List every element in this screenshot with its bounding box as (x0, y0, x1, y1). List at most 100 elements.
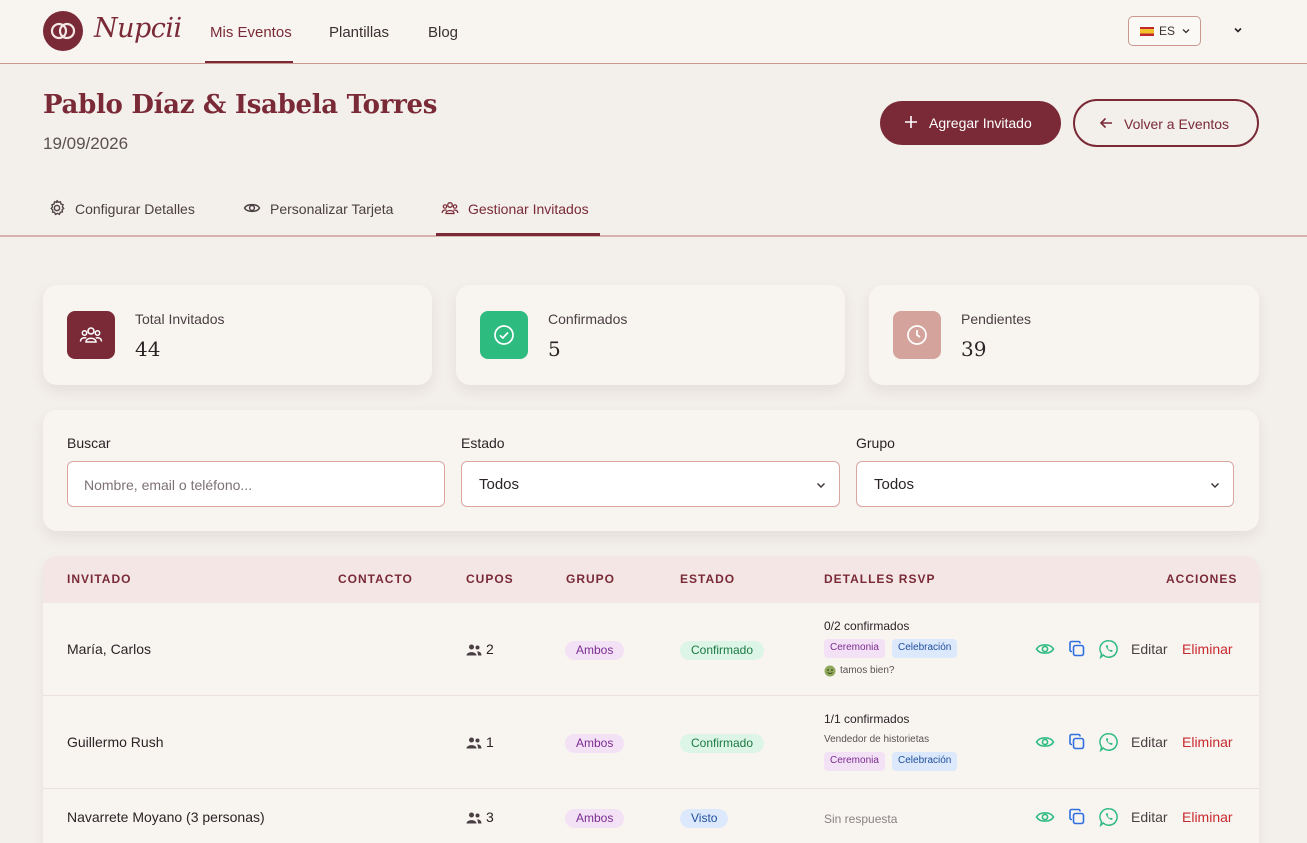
guest-cupos: 2 (466, 641, 506, 659)
eye-icon (243, 203, 261, 213)
event-title: Pablo Díaz & Isabela Torres (43, 90, 438, 120)
emoji-icon (824, 665, 836, 677)
language-selector[interactable]: ES (1128, 16, 1201, 46)
tab-label: Gestionar Invitados (468, 201, 589, 217)
users-icon (466, 812, 482, 824)
search-input[interactable]: Nombre, email o teléfono... (67, 461, 445, 507)
table-row: Guillermo Rush 1 Ambos Confirmado 1/1 co… (43, 696, 1259, 789)
add-guest-label: Agregar Invitado (929, 115, 1032, 131)
eye-icon[interactable] (1035, 640, 1055, 658)
nav-active-indicator (205, 61, 293, 63)
cupos-count: 1 (486, 734, 494, 750)
back-to-events-label: Volver a Eventos (1124, 116, 1230, 132)
stat-label: Pendientes (961, 311, 1032, 327)
nav-mis-eventos[interactable]: Mis Eventos (210, 24, 292, 41)
guest-cupos: 1 (466, 734, 506, 752)
group-badge: Ambos (565, 641, 625, 660)
brand-logo-text[interactable]: Nupcii (94, 13, 182, 44)
state-select[interactable]: Todos (461, 461, 840, 507)
edit-button[interactable]: Editar (1131, 734, 1168, 750)
status-badge: Visto (680, 809, 729, 828)
table-row: Navarrete Moyano (3 personas) 3 Ambos Vi… (43, 789, 1259, 843)
add-guest-button[interactable]: Agregar Invitado (880, 101, 1061, 145)
copy-icon[interactable] (1068, 733, 1086, 751)
delete-button[interactable]: Eliminar (1182, 809, 1233, 825)
delete-button[interactable]: Eliminar (1182, 641, 1233, 657)
group-select-value: Todos (874, 476, 915, 493)
stat-card-total: Total Invitados 44 (43, 285, 432, 385)
column-header-cupos: CUPOS (466, 572, 514, 586)
rsvp-note: tamos bien? (840, 665, 895, 676)
rsvp-no-response: Sin respuesta (824, 812, 898, 826)
group-select[interactable]: Todos (856, 461, 1234, 507)
column-header-acciones: ACCIONES (1166, 572, 1238, 586)
tab-personalizar-tarjeta[interactable]: Personalizar Tarjeta (243, 199, 408, 219)
arrow-left-icon (1099, 117, 1112, 129)
users-group-icon (79, 327, 103, 343)
tag-celebracion: Celebración (892, 752, 958, 771)
status-badge: Confirmado (680, 734, 765, 753)
users-group-icon (441, 202, 459, 215)
guest-name: Guillermo Rush (67, 734, 164, 750)
spain-flag-icon (1140, 27, 1154, 36)
group-badge: Ambos (565, 734, 625, 753)
tag-ceremonia: Ceremonia (824, 752, 885, 771)
whatsapp-icon[interactable] (1099, 807, 1119, 827)
filter-panel: Buscar Nombre, email o teléfono... Estad… (43, 410, 1259, 531)
eye-icon[interactable] (1035, 808, 1055, 826)
stat-icon-box (893, 311, 941, 359)
stat-label: Confirmados (548, 311, 628, 327)
stat-label: Total Invitados (135, 311, 225, 327)
status-badge: Confirmado (680, 641, 765, 660)
guests-table: INVITADO CONTACTO CUPOS GRUPO ESTADO DET… (43, 556, 1259, 843)
back-to-events-button[interactable]: Volver a Eventos (1073, 99, 1259, 147)
copy-icon[interactable] (1068, 808, 1086, 826)
column-header-invitado: INVITADO (67, 572, 132, 586)
guest-name: Navarrete Moyano (3 personas) (67, 809, 265, 825)
chevron-down-icon (1211, 483, 1219, 488)
tab-label: Personalizar Tarjeta (270, 201, 394, 217)
column-header-contacto: CONTACTO (338, 572, 413, 586)
search-label: Buscar (67, 435, 111, 451)
tag-celebracion: Celebración (892, 639, 958, 658)
stat-card-pending: Pendientes 39 (869, 285, 1259, 385)
copy-icon[interactable] (1068, 640, 1086, 658)
rsvp-count: 1/1 confirmados (824, 712, 910, 726)
user-menu-chevron-icon[interactable] (1232, 24, 1244, 36)
table-header: INVITADO CONTACTO CUPOS GRUPO ESTADO DET… (43, 556, 1259, 603)
stat-value: 5 (548, 337, 561, 361)
edit-button[interactable]: Editar (1131, 809, 1168, 825)
search-placeholder: Nombre, email o teléfono... (84, 477, 253, 493)
guest-cupos: 3 (466, 809, 506, 827)
users-icon (466, 644, 482, 656)
chevron-down-icon (1182, 29, 1190, 34)
rsvp-note: Vendedor de historietas (824, 734, 930, 745)
tab-gestionar-invitados[interactable]: Gestionar Invitados (441, 199, 601, 219)
check-circle-icon (494, 325, 514, 345)
guest-name: María, Carlos (67, 641, 152, 657)
top-navbar: Nupcii Mis Eventos Plantillas Blog ES (0, 0, 1307, 64)
clock-icon (907, 325, 927, 345)
nav-plantillas[interactable]: Plantillas (329, 24, 389, 41)
whatsapp-icon[interactable] (1099, 732, 1119, 752)
state-select-value: Todos (479, 476, 520, 493)
stat-value: 44 (135, 337, 161, 361)
nav-blog[interactable]: Blog (428, 24, 458, 41)
edit-button[interactable]: Editar (1131, 641, 1168, 657)
users-icon (466, 737, 482, 749)
tab-label: Configurar Detalles (75, 201, 195, 217)
group-label: Grupo (856, 435, 895, 451)
stat-card-confirmed: Confirmados 5 (456, 285, 845, 385)
stat-value: 39 (961, 337, 987, 361)
delete-button[interactable]: Eliminar (1182, 734, 1233, 750)
eye-icon[interactable] (1035, 733, 1055, 751)
tab-active-indicator (436, 233, 600, 236)
chevron-down-icon (817, 483, 825, 488)
cupos-count: 3 (486, 809, 494, 825)
tabs-divider (0, 235, 1307, 237)
whatsapp-icon[interactable] (1099, 639, 1119, 659)
column-header-estado: ESTADO (680, 572, 736, 586)
tag-ceremonia: Ceremonia (824, 639, 885, 658)
tab-configurar-detalles[interactable]: Configurar Detalles (48, 199, 208, 219)
rings-logo-icon[interactable] (43, 11, 83, 51)
